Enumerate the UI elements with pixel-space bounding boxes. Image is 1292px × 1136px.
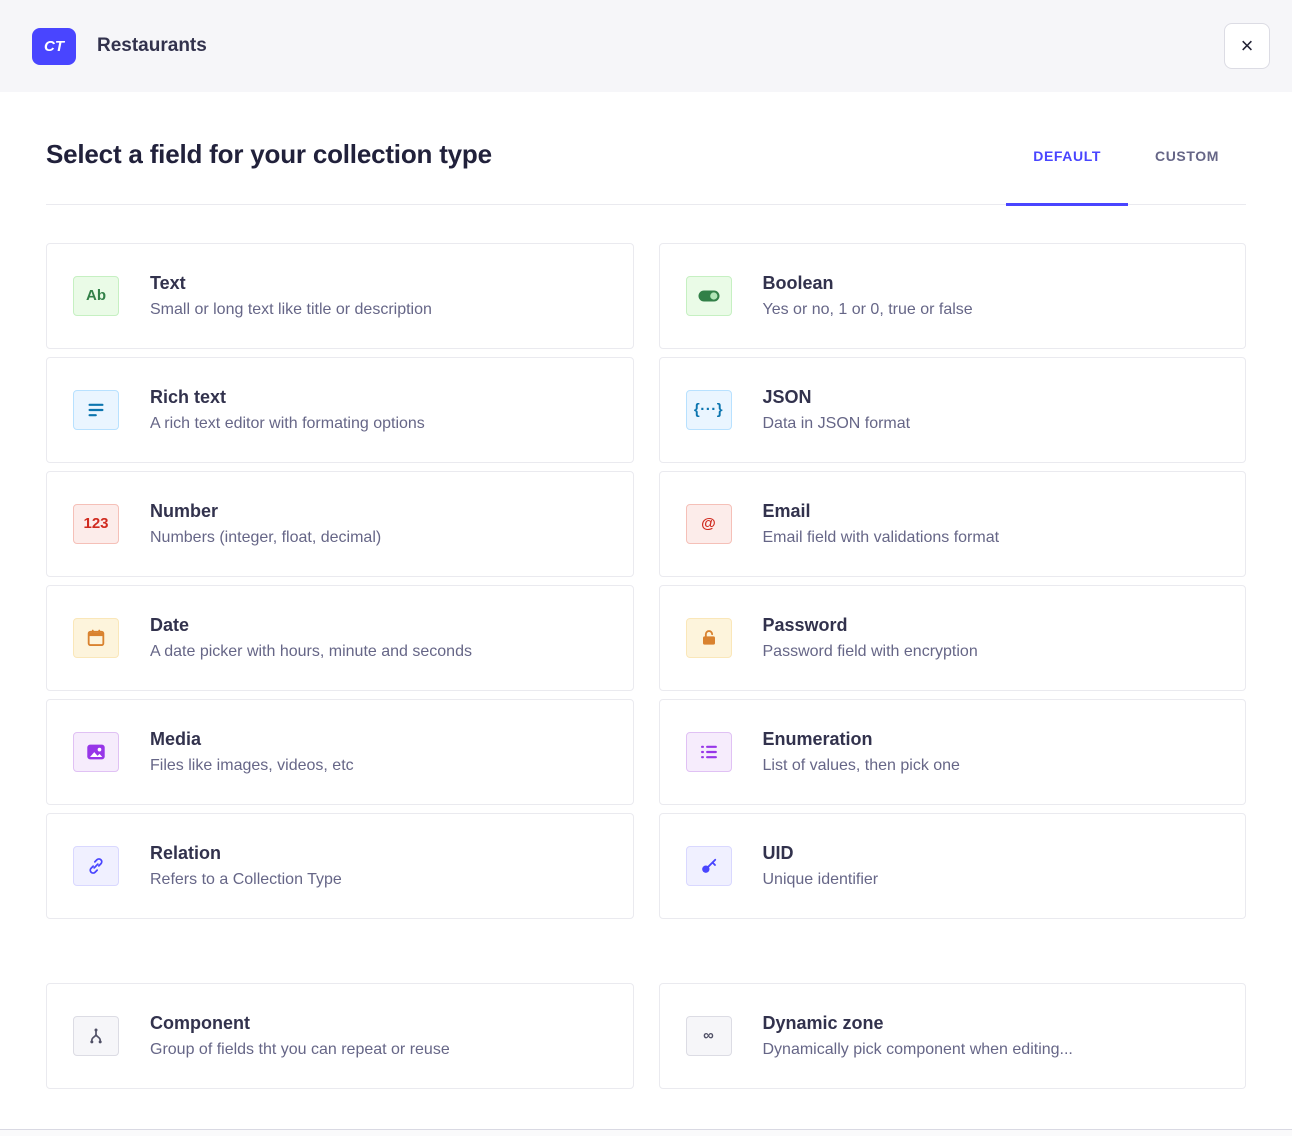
field-description: Email field with validations format [763, 529, 1000, 547]
field-card-text[interactable]: Ab Text Small or long text like title or d… [46, 243, 634, 349]
field-description: A rich text editor with formating option… [150, 415, 425, 433]
field-title: Rich text [150, 387, 425, 408]
number-icon: 123 [73, 504, 119, 544]
field-card-relation[interactable]: Relation Refers to a Collection Type [46, 813, 634, 919]
field-card-email[interactable]: @ Email Email field with validations forma… [659, 471, 1247, 577]
field-card-text: Number Numbers (integer, float, decimal) [150, 501, 381, 547]
field-card-date[interactable]: Date A date picker with hours, minute and… [46, 585, 634, 691]
tab-default[interactable]: DEFAULT [1006, 140, 1128, 204]
field-description: Group of fields tht you can repeat or re… [150, 1041, 450, 1059]
field-title: UID [763, 843, 879, 864]
field-description: Password field with encryption [763, 643, 978, 661]
field-description: Small or long text like title or descrip… [150, 301, 432, 319]
field-card-component[interactable]: Component Group of fields tht you can rep… [46, 983, 634, 1089]
field-description: Numbers (integer, float, decimal) [150, 529, 381, 547]
field-title: Relation [150, 843, 342, 864]
field-card-number[interactable]: 123 Number Numbers (integer, float, decima… [46, 471, 634, 577]
content-type-badge: CT [32, 28, 76, 65]
field-description: Dynamically pick component when editing.… [763, 1041, 1073, 1059]
modal-title: Restaurants [97, 35, 207, 57]
field-card-password[interactable]: Password Password field with encryption [659, 585, 1247, 691]
media-icon [73, 732, 119, 772]
fields-grid: Ab Text Small or long text like title or d… [46, 243, 1246, 919]
page-title: Select a field for your collection type [46, 140, 492, 204]
field-card-json[interactable]: {···} JSON Data in JSON format [659, 357, 1247, 463]
field-card-media[interactable]: Media Files like images, videos, etc [46, 699, 634, 805]
field-card-text: Email Email field with validations format [763, 501, 1000, 547]
field-description: A date picker with hours, minute and sec… [150, 643, 472, 661]
field-card-rich-text[interactable]: Rich text A rich text editor with formati… [46, 357, 634, 463]
field-title: JSON [763, 387, 911, 408]
field-card-text: UID Unique identifier [763, 843, 879, 889]
field-title: Enumeration [763, 729, 960, 750]
tabs: DEFAULT CUSTOM [1006, 140, 1246, 204]
field-card-text: Media Files like images, videos, etc [150, 729, 354, 775]
field-title: Number [150, 501, 381, 522]
field-card-enumeration[interactable]: Enumeration List of values, then pick one [659, 699, 1247, 805]
field-title: Email [763, 501, 1000, 522]
enumeration-icon [686, 732, 732, 772]
title-row: Select a field for your collection type … [46, 140, 1246, 205]
text-icon: Ab [73, 276, 119, 316]
relation-icon [73, 846, 119, 886]
field-description: Refers to a Collection Type [150, 871, 342, 889]
field-description: Yes or no, 1 or 0, true or false [763, 301, 973, 319]
component-icon [73, 1016, 119, 1056]
field-card-dynamic-zone[interactable]: ∞ Dynamic zone Dynamically pick component … [659, 983, 1247, 1089]
boolean-icon [686, 276, 732, 316]
field-card-text: JSON Data in JSON format [763, 387, 911, 433]
field-description: List of values, then pick one [763, 757, 960, 775]
dynamiczone-icon: ∞ [686, 1016, 732, 1056]
advanced-fields-grid: Component Group of fields tht you can rep… [46, 983, 1246, 1089]
field-card-boolean[interactable]: Boolean Yes or no, 1 or 0, true or false [659, 243, 1247, 349]
uid-icon [686, 846, 732, 886]
field-description: Unique identifier [763, 871, 879, 889]
field-description: Data in JSON format [763, 415, 911, 433]
field-description: Files like images, videos, etc [150, 757, 354, 775]
field-card-text: Dynamic zone Dynamically pick component w… [763, 1013, 1073, 1059]
field-title: Password [763, 615, 978, 636]
richtext-icon [73, 390, 119, 430]
close-icon: × [1241, 35, 1254, 57]
field-title: Date [150, 615, 472, 636]
field-card-text: Rich text A rich text editor with formati… [150, 387, 425, 433]
field-card-text: Relation Refers to a Collection Type [150, 843, 342, 889]
field-title: Media [150, 729, 354, 750]
password-icon [686, 618, 732, 658]
field-title: Text [150, 273, 432, 294]
field-title: Component [150, 1013, 450, 1034]
tab-custom[interactable]: CUSTOM [1128, 140, 1246, 204]
field-card-text: Text Small or long text like title or des… [150, 273, 432, 319]
field-title: Boolean [763, 273, 973, 294]
json-icon: {···} [686, 390, 732, 430]
email-icon: @ [686, 504, 732, 544]
modal-content: Select a field for your collection type … [0, 140, 1292, 1089]
date-icon [73, 618, 119, 658]
field-card-text: Date A date picker with hours, minute and… [150, 615, 472, 661]
modal-footer-edge [0, 1129, 1292, 1136]
field-title: Dynamic zone [763, 1013, 1073, 1034]
field-card-text: Password Password field with encryption [763, 615, 978, 661]
field-card-text: Component Group of fields tht you can rep… [150, 1013, 450, 1059]
modal-header: CT Restaurants × [0, 0, 1292, 92]
field-card-text: Enumeration List of values, then pick one [763, 729, 960, 775]
field-card-uid[interactable]: UID Unique identifier [659, 813, 1247, 919]
field-card-text: Boolean Yes or no, 1 or 0, true or false [763, 273, 973, 319]
close-button[interactable]: × [1224, 23, 1270, 69]
